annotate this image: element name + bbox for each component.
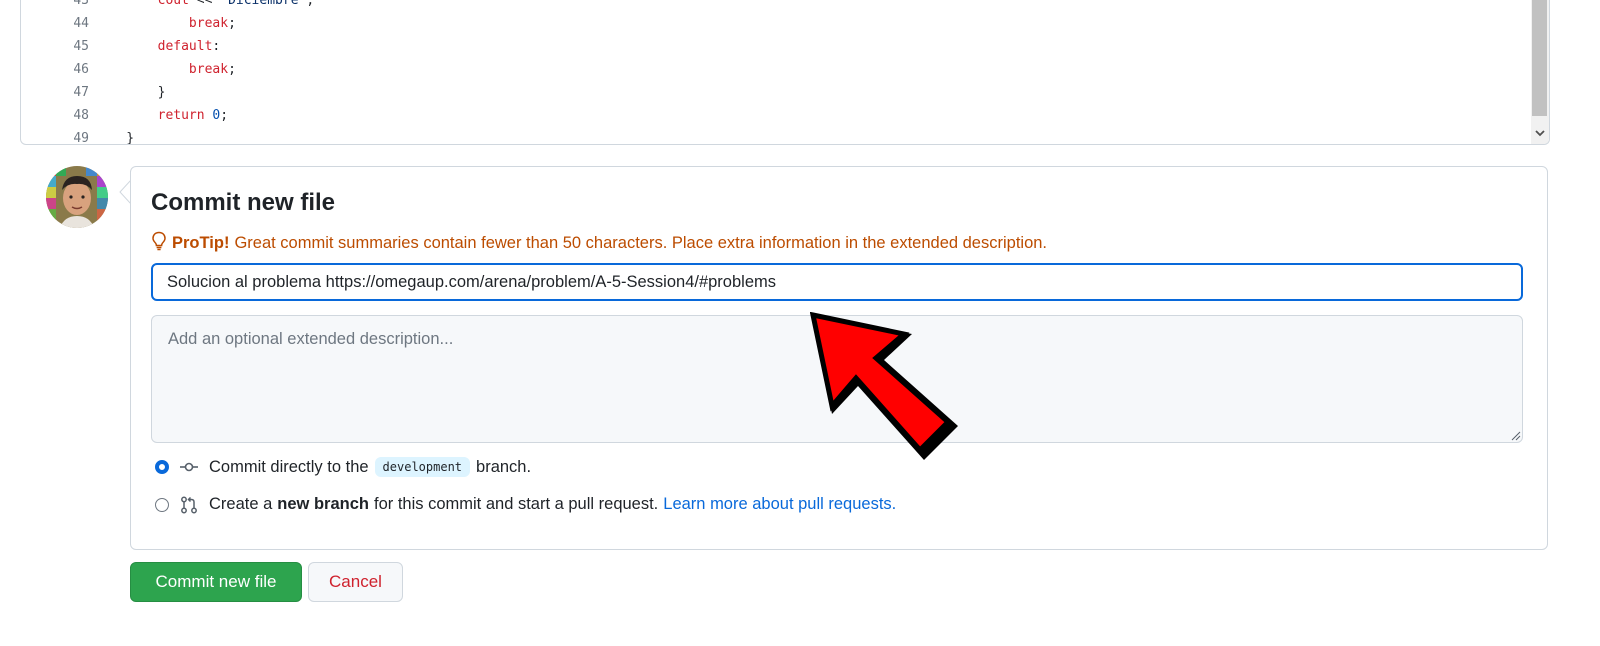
code-token: }: [95, 85, 166, 100]
commit-new-file-button[interactable]: Commit new file: [130, 562, 302, 602]
code-text: }: [95, 81, 166, 104]
code-token: cout: [157, 0, 189, 8]
line-number: 47: [73, 85, 89, 100]
code-token: ;: [306, 0, 315, 8]
code-token: break: [188, 16, 229, 31]
line-number: 44: [73, 16, 89, 31]
commit-direct-suffix: branch.: [476, 457, 532, 476]
annotation-arrow-icon: [810, 312, 958, 460]
git-commit-icon: [179, 459, 199, 475]
chevron-down-icon[interactable]: [1531, 124, 1549, 142]
code-editor[interactable]: 43 cout << "Diciembre"; 44 break; 45 defau…: [20, 0, 1550, 145]
code-text: break;: [95, 12, 236, 35]
new-branch-bold: new branch: [277, 495, 369, 513]
line-number: 48: [73, 108, 89, 123]
code-token: ;: [220, 108, 229, 123]
editor-scrollbar[interactable]: [1531, 0, 1549, 144]
code-token: :: [212, 39, 221, 54]
new-branch-option[interactable]: Create a new branch for this commit and …: [155, 495, 896, 514]
code-token: return: [157, 108, 205, 123]
protip: ProTip! Great commit summaries contain f…: [151, 231, 1047, 256]
commit-summary-input[interactable]: [151, 263, 1523, 301]
code-token: break: [188, 62, 229, 77]
commit-direct-option[interactable]: Commit directly to the development branc…: [155, 457, 531, 477]
line-number: 45: [73, 39, 89, 54]
code-token: ;: [228, 16, 236, 31]
commit-direct-radio[interactable]: [155, 460, 169, 474]
code-text: break;: [95, 58, 236, 81]
protip-text: Great commit summaries contain fewer tha…: [234, 234, 1048, 252]
cancel-button[interactable]: Cancel: [308, 562, 403, 602]
code-token: }: [95, 131, 135, 145]
new-branch-radio[interactable]: [155, 497, 169, 512]
code-token: <<: [188, 0, 221, 8]
new-branch-text-after: for this commit and start a pull request…: [373, 495, 659, 513]
editor-scrollbar-thumb[interactable]: [1532, 0, 1547, 116]
code-text: }: [95, 127, 135, 145]
lightbulb-icon: [151, 231, 167, 256]
new-branch-text-before: Create a: [209, 495, 273, 513]
line-number: 49: [73, 131, 89, 145]
code-text: cout << "Diciembre";: [95, 0, 315, 12]
code-text: return 0;: [95, 104, 228, 127]
resize-handle-icon[interactable]: [1509, 429, 1521, 441]
code-token: default: [157, 39, 213, 54]
avatar[interactable]: [46, 166, 108, 228]
code-text: default:: [95, 35, 221, 58]
commit-form-title: Commit new file: [151, 189, 336, 216]
learn-more-pull-requests-link[interactable]: Learn more about pull requests.: [663, 495, 896, 514]
line-number: 43: [73, 0, 89, 8]
git-pull-request-icon: [179, 496, 199, 513]
protip-label: ProTip!: [172, 234, 230, 252]
code-token: ;: [228, 62, 236, 77]
branch-name-badge: development: [374, 457, 471, 477]
code-token: "Diciembre": [220, 0, 307, 8]
commit-direct-text: Commit directly to the: [209, 457, 369, 476]
line-number: 46: [73, 62, 89, 77]
